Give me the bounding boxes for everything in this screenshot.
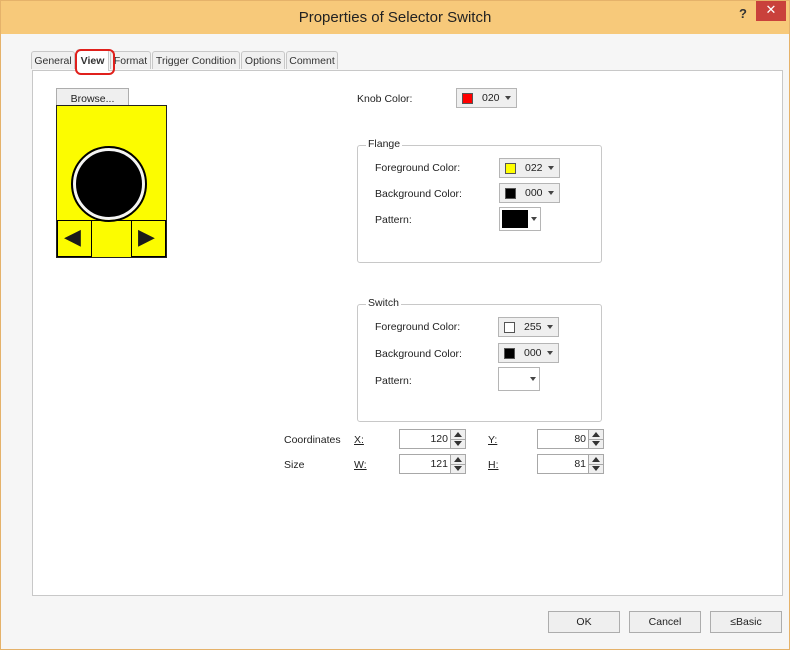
switch-background-label: Background Color:: [375, 348, 462, 360]
tab-general[interactable]: General: [31, 51, 75, 69]
switch-background-code: 000: [524, 347, 542, 359]
spin-up-icon[interactable]: [592, 457, 600, 462]
chevron-down-icon: [505, 96, 511, 100]
chevron-down-icon: [547, 351, 553, 355]
x-spinner[interactable]: [450, 430, 465, 448]
y-coordinate-value: 80: [574, 433, 586, 445]
tab-view[interactable]: View: [76, 49, 109, 71]
x-coordinate-value: 120: [430, 433, 448, 445]
x-coordinate-input[interactable]: 120: [399, 429, 466, 449]
knob-preview: [71, 146, 147, 222]
right-selector-box: ▶: [131, 220, 166, 257]
chevron-down-icon: [548, 166, 554, 170]
cancel-button[interactable]: Cancel: [629, 611, 701, 633]
spin-up-icon[interactable]: [592, 432, 600, 437]
ok-button[interactable]: OK: [548, 611, 620, 633]
flange-foreground-code: 022: [525, 162, 543, 174]
spin-up-icon[interactable]: [454, 457, 462, 462]
help-button[interactable]: ?: [732, 4, 754, 24]
chevron-down-icon: [548, 191, 554, 195]
basic-button[interactable]: ≤Basic: [710, 611, 782, 633]
chevron-down-icon: [547, 325, 553, 329]
dialog-title: Properties of Selector Switch: [298, 9, 492, 26]
switch-pattern-dropdown[interactable]: [498, 367, 540, 391]
chevron-down-icon: [531, 217, 537, 221]
spin-up-icon[interactable]: [454, 432, 462, 437]
flange-background-dropdown[interactable]: 000: [499, 183, 560, 203]
x-label: X:: [354, 434, 364, 446]
knob-color-label: Knob Color:: [357, 93, 413, 105]
switch-foreground-code: 255: [524, 321, 542, 333]
height-input[interactable]: 81: [537, 454, 604, 474]
switch-background-dropdown[interactable]: 000: [498, 343, 559, 363]
width-input[interactable]: 121: [399, 454, 466, 474]
width-value: 121: [430, 458, 448, 470]
w-label: W:: [354, 459, 367, 471]
flange-pattern-label: Pattern:: [375, 214, 412, 226]
switch-background-swatch: [504, 348, 515, 359]
y-label: Y:: [488, 434, 498, 446]
tab-comment[interactable]: Comment: [286, 51, 338, 69]
height-value: 81: [574, 458, 586, 470]
selector-divider: [92, 220, 131, 257]
flange-pattern-dropdown[interactable]: [499, 207, 541, 231]
close-button[interactable]: ✕: [756, 1, 786, 21]
coordinates-label: Coordinates: [284, 434, 341, 446]
switch-foreground-dropdown[interactable]: 255: [498, 317, 559, 337]
flange-background-swatch: [505, 188, 516, 199]
flange-group-title: Flange: [366, 138, 403, 150]
spin-down-icon[interactable]: [454, 441, 462, 446]
switch-foreground-swatch: [504, 322, 515, 333]
tab-trigger-condition[interactable]: Trigger Condition: [152, 51, 240, 69]
spin-down-icon[interactable]: [454, 466, 462, 471]
flange-background-label: Background Color:: [375, 188, 462, 200]
width-spinner[interactable]: [450, 455, 465, 473]
flange-foreground-swatch: [505, 163, 516, 174]
flange-foreground-label: Foreground Color:: [375, 162, 461, 174]
chevron-down-icon: [530, 377, 536, 381]
properties-dialog: Properties of Selector Switch ? ✕ Genera…: [0, 0, 790, 650]
flange-background-code: 000: [525, 187, 543, 199]
flange-pattern-preview: [502, 210, 528, 228]
knob-color-code: 020: [482, 92, 500, 104]
size-label: Size: [284, 459, 305, 471]
spin-down-icon[interactable]: [592, 466, 600, 471]
spin-down-icon[interactable]: [592, 441, 600, 446]
tab-format[interactable]: Format: [110, 51, 151, 69]
y-coordinate-input[interactable]: 80: [537, 429, 604, 449]
switch-pattern-preview: [501, 370, 527, 388]
title-bar: Properties of Selector Switch ? ✕: [1, 1, 789, 34]
flange-foreground-dropdown[interactable]: 022: [499, 158, 560, 178]
knob-color-dropdown[interactable]: 020: [456, 88, 517, 108]
height-spinner[interactable]: [588, 455, 603, 473]
tab-options[interactable]: Options: [241, 51, 285, 69]
right-arrow-icon: ▶: [138, 225, 155, 250]
switch-foreground-label: Foreground Color:: [375, 321, 461, 333]
knob-color-swatch: [462, 93, 473, 104]
y-spinner[interactable]: [588, 430, 603, 448]
left-selector-box: ◀: [57, 220, 92, 257]
switch-pattern-label: Pattern:: [375, 375, 412, 387]
selector-switch-preview: ◀ ▶: [56, 105, 167, 258]
left-arrow-icon: ◀: [64, 225, 81, 250]
switch-group-title: Switch: [366, 297, 401, 309]
h-label: H:: [488, 459, 499, 471]
